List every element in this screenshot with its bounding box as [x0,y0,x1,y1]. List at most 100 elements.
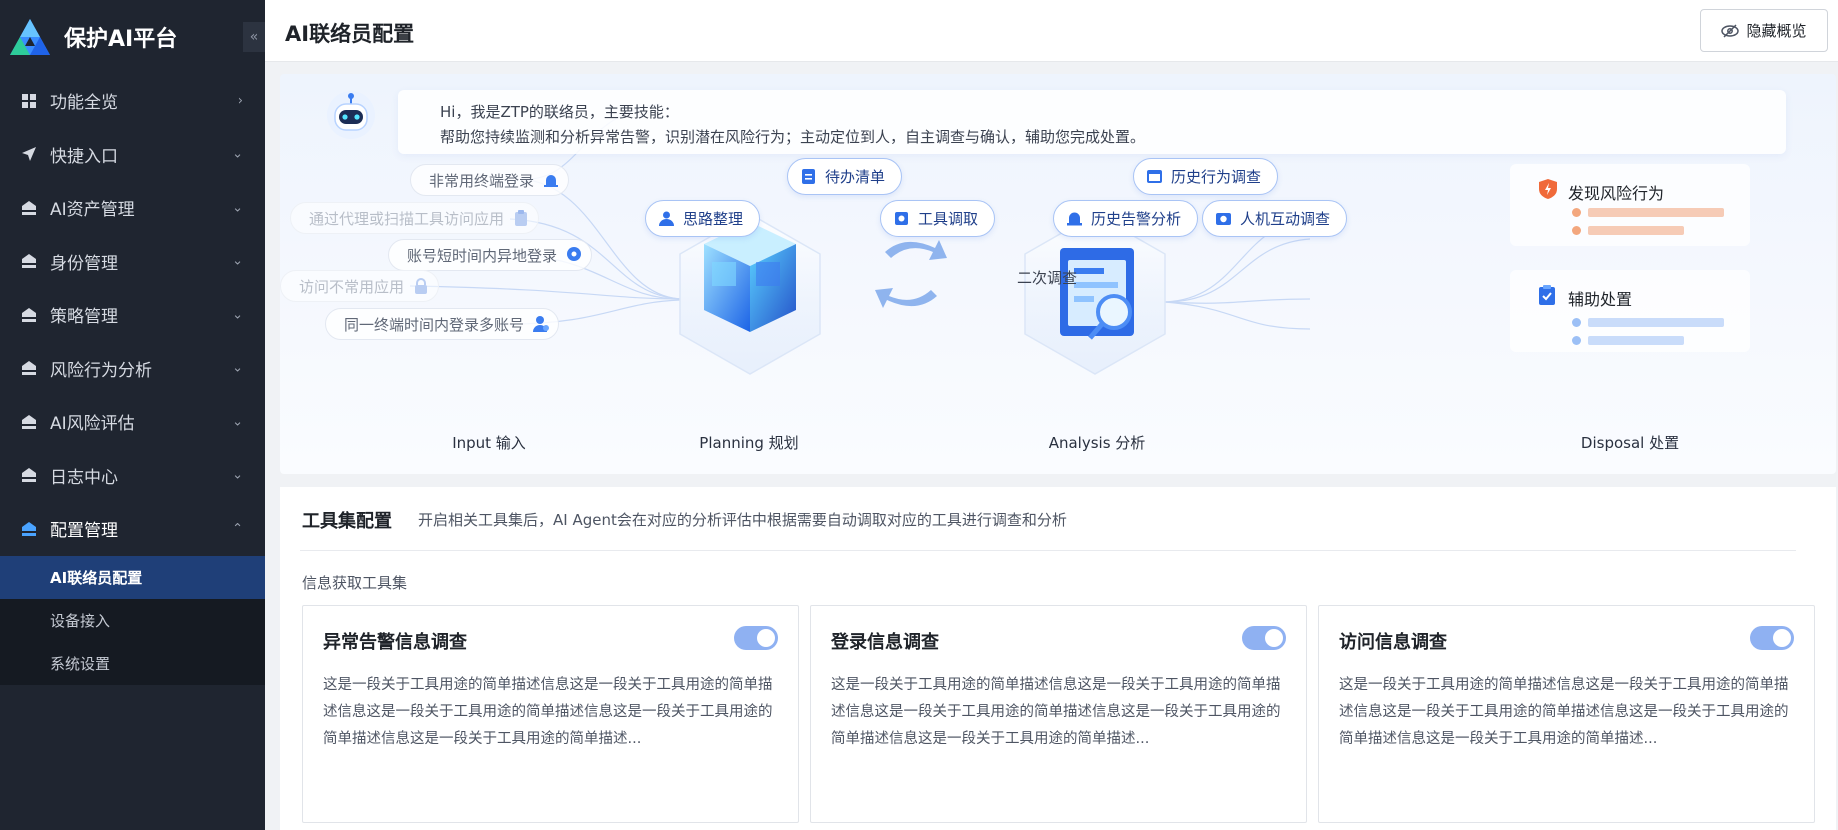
chip-history-alert: 历史告警分析 [1053,200,1199,237]
input-pill: 通过代理或扫描工具访问应用 [290,202,540,234]
sidebar: 保护AI平台 « 功能全览 › 快捷入口 ⌄ AI资产管理 ⌄ 身份管理 ⌄ 策… [0,0,265,830]
tool-toggle-switch[interactable] [734,626,778,650]
placeholder-bar [1588,318,1724,327]
chip-todo-list: 待办清单 [787,158,903,195]
tool-card-alert-investigation: 异常告警信息调查 这是一段关于工具用途的简单描述信息这是一段关于工具用途的简单描… [302,605,799,823]
input-pill-label: 访问不常用应用 [299,277,405,296]
input-pill-label: 同一终端时间内登录多账号 [344,315,525,334]
chevron-down-icon: ⌄ [232,467,243,483]
tool-card-description: 这是一段关于工具用途的简单描述信息这是一段关于工具用途的简单描述信息这是一段关于… [323,677,773,747]
chevron-down-icon: ⌄ [232,360,243,376]
robot-avatar-icon [327,91,375,139]
sidebar-item-ai-risk[interactable]: AI风险评估 ⌄ [0,395,265,449]
grid-icon [20,92,38,110]
tool-card-title: 登录信息调查 [831,632,939,653]
chip-label: 历史告警分析 [1091,210,1182,228]
sidebar-item-policy[interactable]: 策略管理 ⌄ [0,288,265,342]
alarm-icon [1067,212,1082,226]
clipboard-icon [515,210,528,226]
chevron-down-icon: ⌄ [232,146,243,162]
home-icon [20,306,38,324]
users-icon [533,316,550,332]
sidebar-item-ai-assets[interactable]: AI资产管理 ⌄ [0,181,265,235]
sidebar-item-label: 快捷入口 [50,146,118,167]
tool-icon [895,212,908,225]
tool-card-description: 这是一段关于工具用途的简单描述信息这是一段关于工具用途的简单描述信息这是一段关于… [1339,677,1789,747]
hide-overview-label: 隐藏概览 [1746,22,1807,40]
divider [300,550,1796,551]
chip-label: 人机互动调查 [1240,210,1331,228]
second-investigation-label: 二次调查 [1017,269,1078,287]
platform-name: 保护AI平台 [64,27,178,52]
chip-history-behavior: 历史行为调查 [1133,158,1279,195]
chevron-down-icon: ⌄ [232,253,243,269]
tool-group-label: 信息获取工具集 [302,574,408,592]
tool-toggle-switch[interactable] [1750,626,1794,650]
sidebar-subitem-ai-liaison[interactable]: AI联络员配置 [0,555,265,599]
input-pill-label: 通过代理或扫描工具访问应用 [309,209,505,228]
lock-icon [415,278,428,294]
chip-label: 历史行为调查 [1171,168,1262,186]
overview-panel: Hi，我是ZTP的联络员，主要技能： 帮助您持续监测和分析异常告警，识别潜在风险… [280,74,1836,474]
input-pill: 访问不常用应用 [280,270,440,302]
sidebar-item-overview[interactable]: 功能全览 › [0,74,265,128]
placeholder-bar [1588,208,1724,217]
input-pill-label: 非常用终端登录 [429,171,535,190]
sidebar-item-risk-behavior[interactable]: 风险行为分析 ⌄ [0,342,265,396]
placeholder-bar [1588,336,1684,345]
page-header: AI联络员配置 隐藏概览 [265,0,1838,62]
platform-logo-icon [10,19,50,55]
stage-label-disposal: Disposal 处置 [1580,434,1680,452]
bullet-dot [1572,318,1581,327]
team-icon [659,211,674,226]
result-card-risk: 发现风险行为 [1510,164,1750,246]
sidebar-item-label: AI风险评估 [50,414,135,435]
send-icon [20,145,38,163]
stage-label-input: Input 输入 [452,434,526,452]
sidebar-subitem-device-access[interactable]: 设备接入 [0,599,265,642]
input-pill: 账号短时间内异地登录 [388,239,593,271]
home-icon [20,413,38,431]
bullet-dot [1572,208,1581,217]
sidebar-item-label: 日志中心 [50,467,118,488]
stage-label-planning: Planning 规划 [699,434,799,452]
chevron-up-icon: ⌃ [232,521,243,537]
sidebar-collapse-button[interactable]: « [243,22,265,52]
chip-tool-fetch: 工具调取 [880,200,996,237]
home-icon [20,520,38,538]
chip-label: 待办清单 [825,168,886,186]
tool-card-description: 这是一段关于工具用途的简单描述信息这是一段关于工具用途的简单描述信息这是一段关于… [831,677,1281,747]
result-title: 发现风险行为 [1568,184,1665,203]
input-pill-label: 账号短时间内异地登录 [407,246,558,265]
tool-card-login-investigation: 登录信息调查 这是一段关于工具用途的简单描述信息这是一段关于工具用途的简单描述信… [810,605,1307,823]
chevron-down-icon: ⌄ [232,414,243,430]
home-icon [20,252,38,270]
sidebar-item-label: AI资产管理 [50,200,135,221]
sidebar-item-shortcuts[interactable]: 快捷入口 ⌄ [0,128,265,182]
result-title: 辅助处置 [1568,290,1633,309]
chevron-down-icon: ⌄ [232,307,243,323]
tools-title: 工具集配置 [302,511,392,532]
sidebar-item-label: 功能全览 [50,93,118,114]
sidebar-item-label: 身份管理 [50,253,118,274]
chevron-right-icon: › [237,93,243,109]
tool-card-title: 访问信息调查 [1339,632,1447,653]
input-pill: 非常用终端登录 [410,164,570,196]
intro-line-2: 帮助您持续监测和分析异常告警，识别潜在风险行为；主动定位到人，自主调查与确认，辅… [440,128,1146,146]
sidebar-item-identity[interactable]: 身份管理 ⌄ [0,235,265,289]
hide-overview-button[interactable]: 隐藏概览 [1700,9,1828,52]
bullet-dot [1572,336,1581,345]
placeholder-bar [1588,226,1684,235]
double-chevron-left-icon: « [249,29,259,45]
clipboard-check-icon [1539,285,1555,305]
sidebar-item-label: 配置管理 [50,521,118,542]
tools-description: 开启相关工具集后，AI Agent会在对应的分析评估中根据需要自动调取对应的工具… [418,511,1067,529]
sidebar-subitem-system-settings[interactable]: 系统设置 [0,642,265,685]
liaison-intro: Hi，我是ZTP的联络员，主要技能： 帮助您持续监测和分析异常告警，识别潜在风险… [398,90,1786,154]
tool-toggle-switch[interactable] [1242,626,1286,650]
eye-off-icon [1721,23,1740,38]
sidebar-item-config[interactable]: 配置管理 ⌃ [0,502,265,556]
sidebar-item-logs[interactable]: 日志中心 ⌄ [0,449,265,503]
window-icon [1147,170,1162,183]
chip-label: 思路整理 [683,210,744,228]
